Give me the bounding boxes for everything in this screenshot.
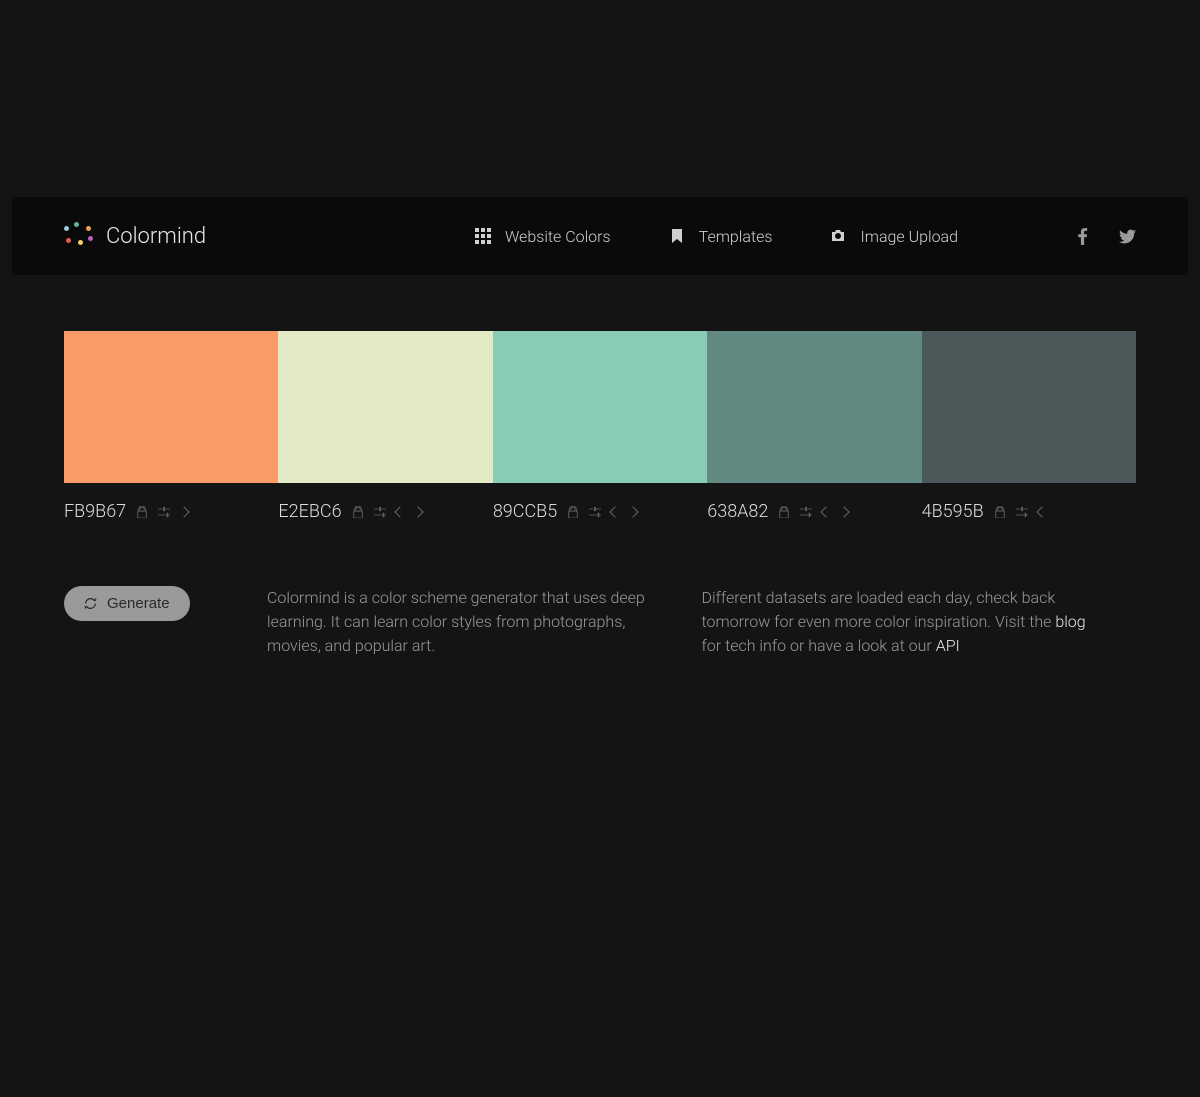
- blog-link[interactable]: blog: [1055, 612, 1085, 631]
- swatch[interactable]: [493, 331, 707, 483]
- desc2-b: for tech info or have a look at our: [702, 636, 936, 655]
- chevron-right-icon[interactable]: [178, 506, 189, 517]
- hex-code: 4B595B: [922, 501, 984, 522]
- sliders-icon[interactable]: [1016, 506, 1028, 518]
- swatch-meta: 4B595B: [922, 501, 1136, 522]
- social-links: [1074, 228, 1136, 245]
- swatch[interactable]: [922, 331, 1136, 483]
- sliders-icon[interactable]: [374, 506, 386, 518]
- brand-name: Colormind: [106, 224, 206, 249]
- main: FB9B67 E2EBC6 89CCB5 638A82 4B595B Generate …: [0, 275, 1200, 658]
- generate-column: Generate: [64, 586, 267, 658]
- bookmark-icon: [669, 228, 685, 244]
- swatch[interactable]: [64, 331, 278, 483]
- swatch[interactable]: [707, 331, 921, 483]
- generate-button[interactable]: Generate: [64, 586, 190, 621]
- desc1-text: Colormind is a color scheme generator th…: [267, 588, 645, 655]
- chevron-right-icon[interactable]: [412, 506, 423, 517]
- nav: Website Colors Templates Image Upload: [475, 227, 1136, 246]
- swatch-meta: FB9B67: [64, 501, 278, 522]
- hex-code: FB9B67: [64, 501, 126, 522]
- chevron-left-icon[interactable]: [821, 506, 832, 517]
- description-2: Different datasets are loaded each day, …: [702, 586, 1137, 658]
- lock-icon[interactable]: [567, 506, 579, 518]
- header: Colormind Website Colors Templates Image…: [12, 197, 1188, 275]
- hex-code: 638A82: [707, 501, 768, 522]
- hex-code: E2EBC6: [278, 501, 341, 522]
- description-1: Colormind is a color scheme generator th…: [267, 586, 702, 658]
- twitter-icon[interactable]: [1119, 228, 1136, 245]
- swatch-meta: 638A82: [707, 501, 921, 522]
- sliders-icon[interactable]: [589, 506, 601, 518]
- sliders-icon[interactable]: [800, 506, 812, 518]
- chevron-right-icon[interactable]: [839, 506, 850, 517]
- facebook-icon[interactable]: [1074, 228, 1091, 245]
- nav-website-colors[interactable]: Website Colors: [475, 227, 611, 246]
- chevron-left-icon[interactable]: [394, 506, 405, 517]
- nav-label: Image Upload: [860, 227, 958, 246]
- chevron-left-icon[interactable]: [1036, 506, 1047, 517]
- lock-icon[interactable]: [778, 506, 790, 518]
- lock-icon[interactable]: [994, 506, 1006, 518]
- generate-label: Generate: [107, 595, 170, 612]
- refresh-icon: [84, 597, 97, 610]
- camera-icon: [830, 228, 846, 244]
- swatch-meta-row: FB9B67 E2EBC6 89CCB5 638A82 4B595B: [64, 501, 1136, 522]
- logo-icon: [64, 222, 92, 250]
- swatch[interactable]: [278, 331, 492, 483]
- nav-templates[interactable]: Templates: [669, 227, 773, 246]
- swatch-meta: 89CCB5: [493, 501, 707, 522]
- lock-icon[interactable]: [352, 506, 364, 518]
- sliders-icon[interactable]: [158, 506, 170, 518]
- api-link[interactable]: API: [936, 636, 960, 655]
- swatch-meta: E2EBC6: [278, 501, 492, 522]
- palette: [64, 331, 1136, 483]
- chevron-left-icon[interactable]: [610, 506, 621, 517]
- desc2-a: Different datasets are loaded each day, …: [702, 588, 1056, 631]
- nav-label: Website Colors: [505, 227, 611, 246]
- lock-icon[interactable]: [136, 506, 148, 518]
- brand[interactable]: Colormind: [64, 222, 206, 250]
- chevron-right-icon[interactable]: [628, 506, 639, 517]
- nav-label: Templates: [699, 227, 773, 246]
- nav-image-upload[interactable]: Image Upload: [830, 227, 958, 246]
- below-section: Generate Colormind is a color scheme gen…: [64, 586, 1136, 658]
- grid-icon: [475, 228, 491, 244]
- hex-code: 89CCB5: [493, 501, 557, 522]
